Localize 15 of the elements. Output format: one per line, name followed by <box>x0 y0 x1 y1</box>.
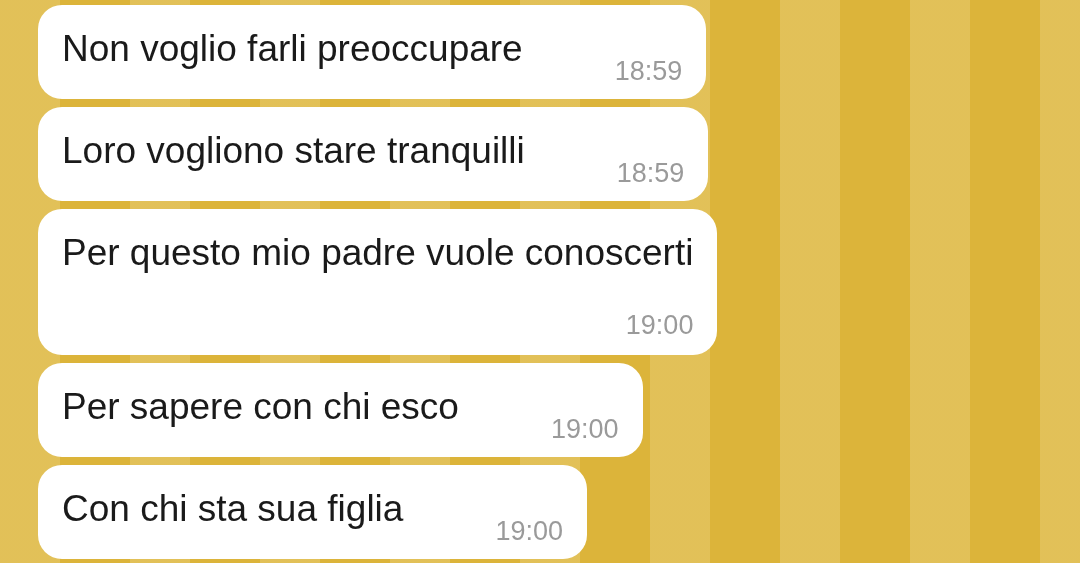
message-time: 19:00 <box>550 413 619 446</box>
message-text: Per questo mio padre vuole conoscerti <box>62 231 694 275</box>
message-bubble[interactable]: Non voglio farli preoccupare 18:59 <box>38 5 707 99</box>
message-text: Non voglio farli preoccupare <box>62 27 523 71</box>
message-text: Per sapere con chi esco <box>62 385 459 429</box>
message-text: Loro vogliono stare tranquilli <box>62 129 525 173</box>
message-bubble[interactable]: Loro vogliono stare tranquilli 18:59 <box>38 107 709 201</box>
message-bubble[interactable]: Con chi sta sua figlia 19:00 <box>38 465 587 559</box>
message-time: 18:59 <box>614 55 683 88</box>
message-bubble[interactable]: Per sapere con chi esco 19:00 <box>38 363 643 457</box>
message-bubble[interactable]: Per questo mio padre vuole conoscerti 19:00 <box>38 209 718 355</box>
message-text: Con chi sta sua figlia <box>62 487 404 531</box>
message-time: 19:00 <box>495 515 563 548</box>
message-time: 18:59 <box>616 157 685 190</box>
message-time: 19:00 <box>625 309 694 342</box>
